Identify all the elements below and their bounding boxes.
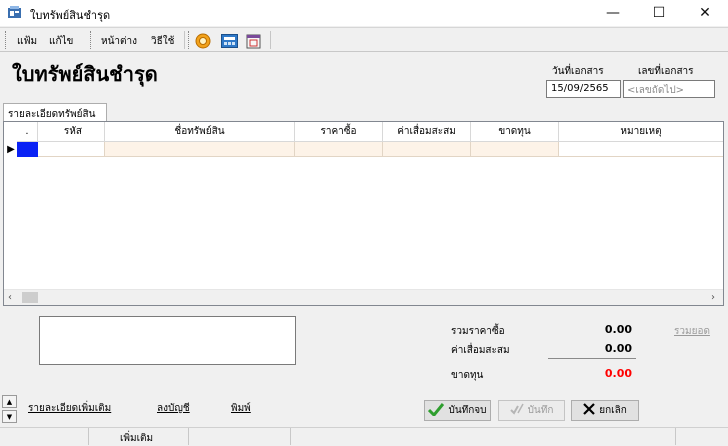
page-title: ใบทรัพย์สินชำรุด: [12, 62, 158, 86]
status-separator: [290, 428, 291, 445]
accum-depreciation-value: 0.00: [604, 342, 632, 355]
help-disc-icon[interactable]: [194, 32, 212, 49]
toolbar-grip[interactable]: [188, 31, 191, 49]
calculator-icon[interactable]: [220, 32, 238, 49]
print-link[interactable]: พิมพ์: [231, 401, 251, 416]
menu-help[interactable]: วิธีใช้: [151, 34, 174, 49]
column-header-indicator[interactable]: .: [17, 122, 38, 142]
tab-asset-details[interactable]: รายละเอียดทรัพย์สิน: [3, 103, 107, 122]
column-header-purchase-price[interactable]: ราคาซื้อ: [295, 122, 383, 142]
status-separator: [675, 428, 676, 445]
more-details-link[interactable]: รายละเอียดเพิ่มเติม: [28, 401, 111, 416]
checkmark-icon: [428, 402, 445, 419]
column-header-code[interactable]: รหัส: [38, 122, 105, 142]
title-bar: ใบทรัพย์สินชำรุด — ☐ ✕: [0, 0, 728, 26]
document-number-field[interactable]: <เลขถัดไป>: [623, 80, 715, 98]
scroll-up-icon[interactable]: ▲: [2, 395, 17, 408]
toolbar-grip[interactable]: [90, 31, 93, 49]
date-value: 15/09/2565: [551, 83, 609, 94]
table-cell-purchase-price[interactable]: [295, 142, 383, 157]
app-icon: [7, 5, 22, 19]
scroll-right-icon[interactable]: ›: [711, 292, 715, 303]
toolbar-separator: [184, 31, 185, 49]
minimize-button[interactable]: —: [590, 0, 636, 26]
summary-divider: [548, 358, 636, 359]
docno-label: เลขที่เอกสาร: [638, 66, 694, 77]
scroll-down-icon[interactable]: ▼: [2, 410, 17, 423]
status-separator: [188, 428, 189, 445]
row-pointer-icon: ▶: [7, 144, 15, 155]
cross-icon: [583, 403, 596, 418]
asset-grid[interactable]: . รหัส ชื่อทรัพย์สิน ราคาซื้อ ค่าเสื่อมส…: [3, 121, 724, 306]
loss-value: 0.00: [604, 367, 632, 380]
menu-window[interactable]: หน้าต่าง: [101, 34, 137, 49]
loss-label: ขาดทุน: [451, 370, 484, 381]
maximize-button[interactable]: ☐: [636, 0, 682, 26]
scroll-left-icon[interactable]: ‹: [8, 292, 12, 303]
column-header-remark[interactable]: หมายเหตุ: [559, 122, 723, 142]
total-link[interactable]: รวมยอด: [674, 324, 710, 339]
table-cell-accum-depreciation[interactable]: [383, 142, 471, 157]
table-cell-loss[interactable]: [471, 142, 559, 157]
close-button[interactable]: ✕: [682, 0, 728, 26]
status-bar: เพิ่มเติม: [0, 427, 728, 445]
remark-textarea[interactable]: [39, 316, 296, 365]
table-cell-asset-name[interactable]: [105, 142, 295, 157]
total-purchase-value: 0.00: [604, 323, 632, 336]
horizontal-scrollbar[interactable]: ‹ ›: [4, 289, 723, 305]
post-account-link[interactable]: ลงบัญชี: [157, 401, 190, 416]
save-close-button[interactable]: บันทึกจบ: [424, 400, 491, 421]
toolbar-separator: [270, 31, 271, 49]
accum-depreciation-label: ค่าเสื่อมสะสม: [451, 345, 510, 356]
docno-placeholder: <เลขถัดไป>: [627, 85, 685, 96]
save-label: บันทึก: [527, 405, 554, 416]
toolbar-grip[interactable]: [5, 31, 8, 49]
pencil-check-icon: [509, 403, 524, 418]
scrollbar-thumb[interactable]: [22, 292, 38, 303]
date-label: วันที่เอกสาร: [552, 66, 604, 77]
column-header-asset-name[interactable]: ชื่อทรัพย์สิน: [105, 122, 295, 142]
calendar-icon[interactable]: [244, 32, 262, 49]
save-button[interactable]: บันทึก: [498, 400, 565, 421]
column-header-loss[interactable]: ขาดทุน: [471, 122, 559, 142]
menu-toolbar: แฟ้ม แก้ไข หน้าต่าง วิธีใช้: [0, 27, 728, 52]
cancel-label: ยกเลิก: [599, 405, 627, 416]
status-separator: [88, 428, 89, 445]
table-row-selected-cell[interactable]: [17, 142, 38, 157]
window-title: ใบทรัพย์สินชำรุด: [30, 9, 111, 22]
document-date-field[interactable]: 15/09/2565: [546, 80, 621, 98]
table-cell-code[interactable]: [38, 142, 105, 157]
total-purchase-label: รวมราคาซื้อ: [451, 326, 505, 337]
menu-edit[interactable]: แก้ไข: [49, 34, 73, 49]
save-close-label: บันทึกจบ: [448, 405, 487, 416]
column-header-accum-depreciation[interactable]: ค่าเสื่อมสะสม: [383, 122, 471, 142]
menu-file[interactable]: แฟ้ม: [17, 34, 37, 49]
table-cell-remark[interactable]: [559, 142, 723, 157]
cancel-button[interactable]: ยกเลิก: [571, 400, 639, 421]
